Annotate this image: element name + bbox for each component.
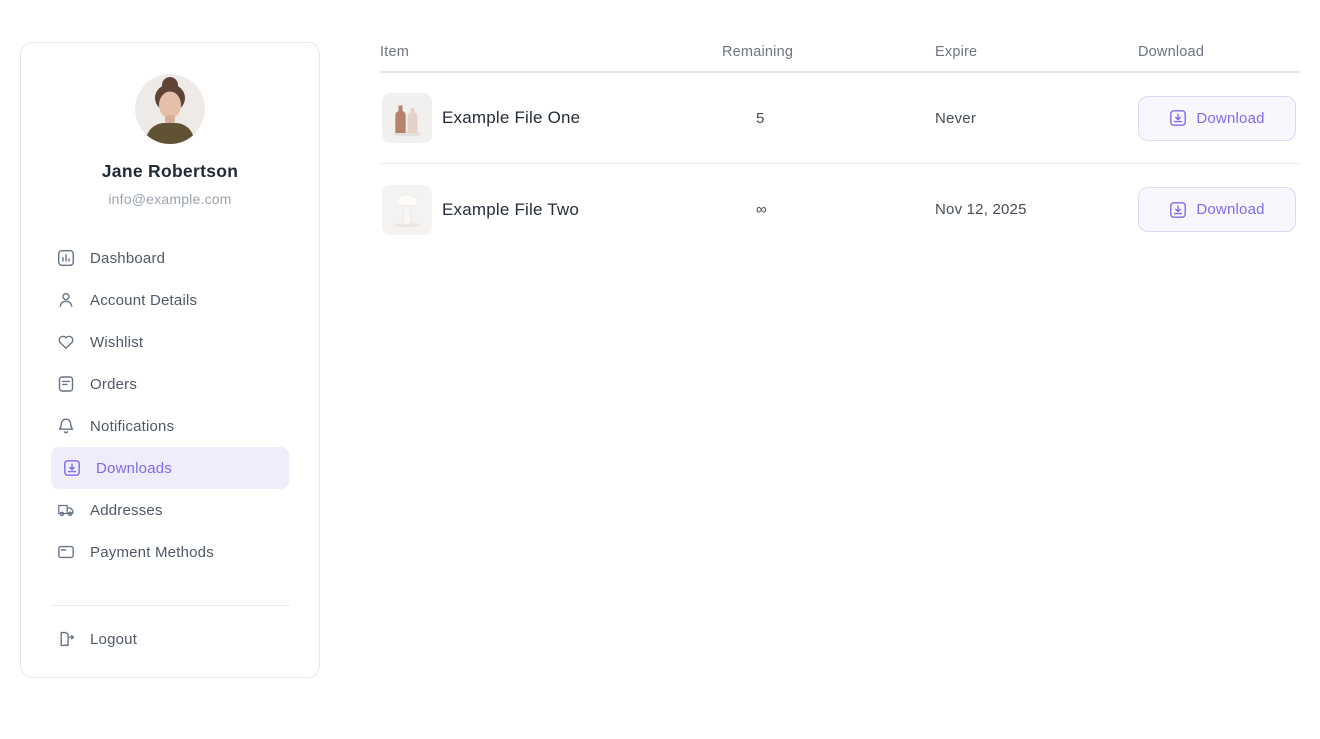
sidebar-item-wishlist[interactable]: Wishlist — [51, 321, 289, 363]
download-icon — [1169, 201, 1187, 219]
remaining-value: 5 — [722, 110, 935, 127]
expire-value: Never — [935, 110, 1138, 127]
table-header-row: Item Remaining Expire Download — [380, 33, 1300, 73]
user-name: Jane Robertson — [102, 161, 238, 182]
sidebar-item-label: Addresses — [90, 502, 163, 519]
sidebar-item-dashboard[interactable]: Dashboard — [51, 237, 289, 279]
sidebar-item-addresses[interactable]: Addresses — [51, 489, 289, 531]
sidebar-item-account-details[interactable]: Account Details — [51, 279, 289, 321]
logout-label: Logout — [90, 631, 137, 648]
sidebar-item-orders[interactable]: Orders — [51, 363, 289, 405]
account-sidebar-card: Jane Robertson info@example.com Dashboar… — [20, 42, 320, 678]
bell-icon — [57, 417, 75, 435]
sidebar-item-label: Payment Methods — [90, 544, 214, 561]
truck-icon — [57, 501, 75, 519]
table-row: Example File Two ∞ Nov 12, 2025 Download — [380, 164, 1300, 255]
credit-card-icon — [57, 543, 75, 561]
sidebar-item-payment-methods[interactable]: Payment Methods — [51, 531, 289, 573]
sidebar-item-label: Account Details — [90, 292, 197, 309]
download-button[interactable]: Download — [1138, 96, 1296, 141]
dashboard-icon — [57, 249, 75, 267]
heart-icon — [57, 333, 75, 351]
item-name: Example File One — [442, 108, 580, 128]
user-email: info@example.com — [108, 191, 231, 207]
logout-icon — [57, 630, 75, 648]
account-nav: Dashboard Account Details Wishlist — [21, 237, 319, 573]
product-thumbnail-bottles — [382, 93, 432, 143]
sidebar-divider — [50, 605, 290, 606]
column-header-expire: Expire — [935, 44, 1138, 60]
product-thumbnail-lamp — [382, 185, 432, 235]
column-header-download: Download — [1138, 44, 1300, 60]
download-icon — [63, 459, 81, 477]
download-icon — [1169, 109, 1187, 127]
logout-button[interactable]: Logout — [51, 618, 289, 660]
column-header-remaining: Remaining — [722, 44, 935, 60]
expire-value: Nov 12, 2025 — [935, 201, 1138, 218]
download-button[interactable]: Download — [1138, 187, 1296, 232]
remaining-value: ∞ — [722, 201, 935, 218]
document-icon — [57, 375, 75, 393]
table-row: Example File One 5 Never Download — [380, 73, 1300, 164]
column-header-item: Item — [380, 44, 722, 60]
sidebar-item-label: Dashboard — [90, 250, 165, 267]
download-button-label: Download — [1196, 201, 1264, 218]
item-name: Example File Two — [442, 200, 579, 220]
avatar — [135, 74, 205, 144]
downloads-table: Item Remaining Expire Download Example F… — [380, 33, 1300, 255]
sidebar-item-label: Notifications — [90, 418, 174, 435]
sidebar-item-label: Orders — [90, 376, 137, 393]
sidebar-item-label: Wishlist — [90, 334, 143, 351]
download-button-label: Download — [1196, 110, 1264, 127]
sidebar-item-notifications[interactable]: Notifications — [51, 405, 289, 447]
user-icon — [57, 291, 75, 309]
sidebar-item-downloads[interactable]: Downloads — [51, 447, 289, 489]
sidebar-item-label: Downloads — [96, 460, 172, 477]
